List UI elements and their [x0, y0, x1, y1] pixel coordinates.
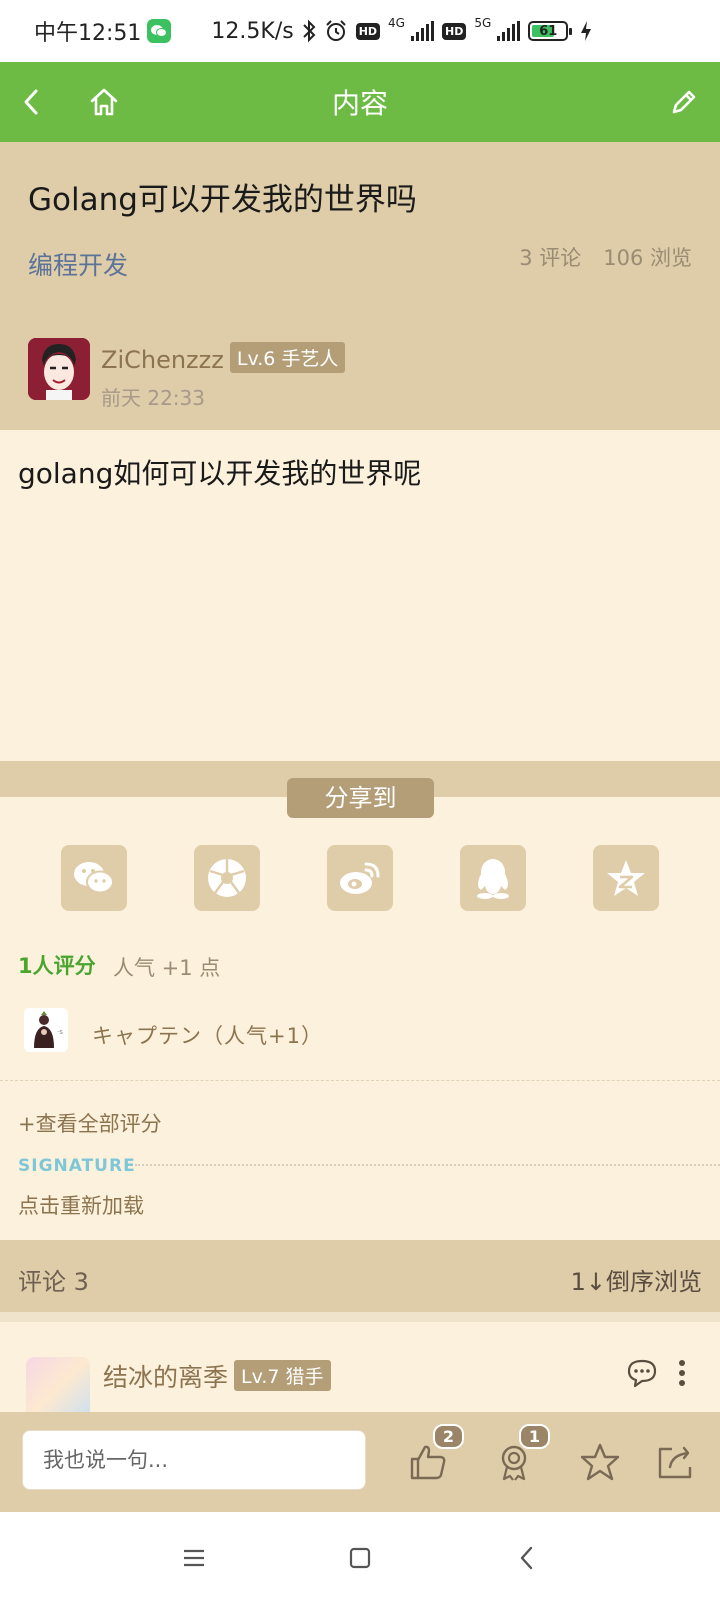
post-stats: 3 评论 106 浏览: [519, 242, 692, 272]
reply-button[interactable]: [626, 1358, 658, 1392]
system-nav-bar: [0, 1512, 720, 1600]
svg-text:·s: ·s: [57, 1028, 63, 1036]
bluetooth-icon: [302, 19, 316, 43]
post-body: golang如何可以开发我的世界呢: [18, 457, 422, 490]
moments-icon: [208, 859, 246, 897]
alarm-icon: [324, 19, 348, 43]
signature-divider: [135, 1164, 720, 1166]
comments-divider: [0, 1312, 720, 1322]
hd-icon: HD: [355, 22, 381, 40]
post-category[interactable]: 编程开发: [28, 246, 128, 282]
author-avatar[interactable]: [28, 338, 90, 400]
view-all-ratings-link[interactable]: +查看全部评分: [18, 1108, 162, 1138]
commenter-level-badge: Lv.7 猎手: [234, 1360, 331, 1391]
author-level-badge: Lv.6 手艺人: [229, 342, 346, 373]
share-targets: [0, 845, 720, 911]
share-icon: [658, 1446, 692, 1479]
menu-icon: [184, 1549, 204, 1567]
comment-card: 结冰的离季 Lv.7 猎手: [8, 1322, 712, 1412]
share-qzone-button[interactable]: [593, 845, 659, 911]
commenter-name[interactable]: 结冰的离季 Lv.7 猎手: [103, 1358, 331, 1394]
rating-count: 1人评分: [18, 954, 96, 978]
share-moments-button[interactable]: [194, 845, 260, 911]
reload-signature-link[interactable]: 点击重新加载: [18, 1190, 144, 1220]
star-icon: [580, 1443, 620, 1481]
post-header: Golang可以开发我的世界吗 编程开发 3 评论 106 浏览 ZiChenzz…: [0, 142, 720, 430]
status-bar: 中午12:51 12.5K/s HD 4G HD 5G 61: [0, 0, 720, 62]
more-vertical-icon: [679, 1360, 685, 1386]
home-icon: [90, 88, 118, 116]
rating-popularity: 人气 +1 点: [113, 956, 221, 980]
battery-level: 61: [539, 23, 558, 39]
back-chevron-icon: [520, 1546, 533, 1570]
nav-menu-button[interactable]: [174, 1538, 214, 1578]
comment-actions: [626, 1358, 686, 1392]
award-button[interactable]: 1: [484, 1424, 550, 1492]
net-speed: 12.5K/s: [211, 18, 294, 44]
post-time: 前天 22:33: [101, 386, 205, 410]
signal-icon: [410, 21, 434, 41]
share-label: 分享到: [287, 778, 434, 818]
app-bar: 内容: [0, 62, 720, 142]
wechat-notification-icon: [147, 19, 172, 43]
share-button[interactable]: [646, 1432, 706, 1492]
charging-icon: [580, 20, 592, 42]
comments-title: 评论 3: [18, 1268, 89, 1296]
post-title: Golang可以开发我的世界吗: [28, 182, 417, 218]
back-button[interactable]: [12, 82, 52, 122]
pencil-icon: [672, 90, 696, 114]
status-time: 中午12:51: [34, 21, 142, 46]
author-name-text: ZiChenzzz: [101, 346, 224, 374]
view-count: 106 浏览: [603, 246, 692, 270]
commenter-avatar[interactable]: [26, 1357, 90, 1412]
qzone-icon: [607, 860, 645, 896]
sort-order-button[interactable]: 1↓倒序浏览: [571, 1262, 702, 1297]
like-button[interactable]: 2: [398, 1424, 464, 1492]
comments-header: 评论 3 1↓倒序浏览: [0, 1240, 720, 1312]
commenter-name-text: 结冰的离季: [103, 1363, 229, 1392]
wechat-icon: [74, 862, 114, 894]
award-count-badge: 1: [518, 1424, 550, 1449]
edit-button[interactable]: [664, 82, 704, 122]
share-qq-button[interactable]: [460, 845, 526, 911]
network-type-5g: 5G: [474, 16, 492, 30]
more-options-button[interactable]: [678, 1360, 686, 1390]
rater-name[interactable]: キャプテン（人气+1）: [92, 1020, 323, 1050]
speech-bubble-icon: [627, 1359, 657, 1388]
hd-icon-2: HD: [441, 22, 467, 40]
signal-icon-2: [497, 21, 521, 41]
bottom-action-bar: 我也说一句... 2 1: [0, 1412, 720, 1512]
ratings-divider: [0, 1080, 720, 1081]
share-weibo-button[interactable]: [327, 845, 393, 911]
home-button[interactable]: [84, 82, 124, 122]
nav-home-button[interactable]: [340, 1538, 380, 1578]
network-type-4g: 4G: [388, 16, 405, 30]
square-icon: [349, 1547, 371, 1569]
weibo-icon: [340, 862, 380, 894]
qq-icon: [477, 859, 509, 899]
signature-label: SIGNATURE: [18, 1156, 136, 1176]
share-wechat-button[interactable]: [61, 845, 127, 911]
favorite-button[interactable]: [570, 1432, 630, 1492]
author-name[interactable]: ZiChenzzz Lv.6 手艺人: [101, 342, 346, 374]
comment-input[interactable]: 我也说一句...: [22, 1430, 366, 1490]
like-count-badge: 2: [432, 1424, 464, 1449]
battery-icon: 61: [528, 21, 573, 41]
comment-count: 3 评论: [519, 246, 582, 270]
back-arrow-icon: [24, 89, 38, 115]
nav-back-button[interactable]: [507, 1538, 547, 1578]
rater-avatar[interactable]: ·s: [24, 1008, 68, 1052]
